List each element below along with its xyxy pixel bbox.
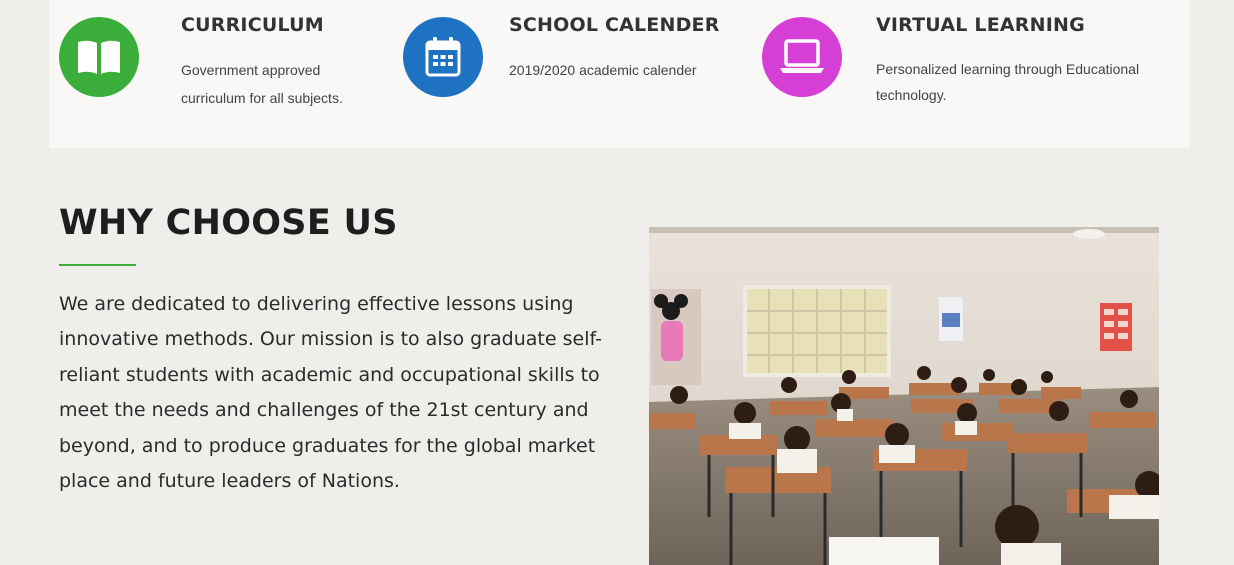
calendar-icon <box>403 17 483 97</box>
feature-description: 2019/2020 academic calender <box>509 62 697 78</box>
heading-underline <box>59 264 136 266</box>
feature-title: VIRTUAL LEARNING <box>876 14 1085 36</box>
classroom-photo <box>649 227 1159 565</box>
laptop-icon <box>762 17 842 97</box>
features-bar: CURRICULUM Government approved curriculu… <box>49 0 1189 148</box>
why-choose-us-heading: WHY CHOOSE US <box>59 203 398 243</box>
book-icon <box>59 17 139 97</box>
why-choose-us-text: We are dedicated to delivering effective… <box>59 293 602 493</box>
feature-title: CURRICULUM <box>181 14 324 36</box>
feature-description: Personalized learning through Educationa… <box>876 61 1140 103</box>
feature-title: SCHOOL CALENDER <box>509 14 720 36</box>
feature-description: Government approved curriculum for all s… <box>181 62 343 106</box>
